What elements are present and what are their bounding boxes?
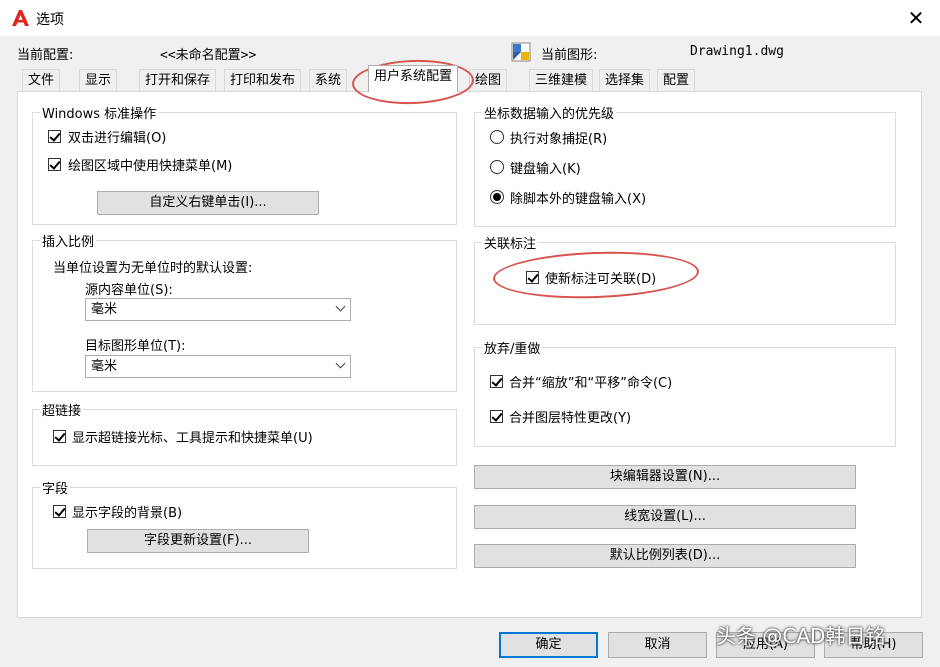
assoc-dim-label: 使新标注可关联(D)	[545, 272, 657, 287]
assoc-dim-checkbox[interactable]	[526, 271, 539, 284]
ok-button[interactable]: 确定	[499, 632, 598, 658]
coord-priority-group: 坐标数据输入的优先级 执行对象捕捉(R) 键盘输入(K) 除脚本外的键盘输入(X…	[474, 103, 896, 227]
windows-ops-group: Windows 标准操作 双击进行编辑(O) 绘图区域中使用快捷菜单(M) 自定…	[32, 103, 457, 225]
radio-object-snap-label: 执行对象捕捉(R)	[510, 132, 608, 147]
tab-drafting[interactable]: 绘图	[469, 69, 508, 91]
tab-3d-modeling[interactable]: 三维建模	[529, 69, 594, 91]
source-units-value: 毫米	[91, 302, 118, 317]
watermark-text: 头条 @CAD韩日铭	[716, 624, 886, 648]
group-title: 字段	[40, 478, 71, 497]
group-title: 超链接	[40, 400, 84, 419]
field-background-label: 显示字段的背景(B)	[72, 506, 183, 521]
chevron-down-icon	[335, 301, 346, 312]
current-drawing-value: Drawing1.dwg	[690, 44, 784, 59]
tab-open-save[interactable]: 打开和保存	[139, 69, 217, 91]
tab-panel: Windows 标准操作 双击进行编辑(O) 绘图区域中使用快捷菜单(M) 自定…	[17, 91, 922, 618]
insert-scale-description: 当单位设置为无单位时的默认设置:	[53, 261, 253, 276]
target-units-select[interactable]: 毫米	[85, 355, 351, 378]
target-units-value: 毫米	[91, 359, 118, 374]
field-background-checkbox[interactable]	[53, 505, 66, 518]
current-drawing-label: 当前图形:	[541, 48, 598, 63]
cancel-button[interactable]: 取消	[608, 632, 707, 658]
field-update-settings-button[interactable]: 字段更新设置(F)...	[87, 529, 309, 553]
close-button[interactable]: ✕	[902, 6, 930, 30]
hyperlink-checkbox[interactable]	[53, 430, 66, 443]
chevron-down-icon	[335, 358, 346, 369]
current-config-value: <<未命名配置>>	[160, 48, 257, 63]
double-click-checkbox[interactable]	[48, 130, 61, 143]
tab-files[interactable]: 文件	[22, 69, 61, 91]
target-units-label: 目标图形单位(T):	[85, 339, 186, 354]
combine-layer-label: 合并图层特性更改(Y)	[509, 411, 632, 426]
lineweight-settings-button[interactable]: 线宽设置(L)...	[474, 505, 856, 529]
fields-group: 字段 显示字段的背景(B) 字段更新设置(F)...	[32, 478, 457, 569]
window-title: 选项	[36, 12, 64, 28]
current-config-label: 当前配置:	[17, 48, 74, 63]
drawing-file-icon	[511, 42, 531, 62]
custom-right-click-button[interactable]: 自定义右键单击(I)...	[97, 191, 319, 215]
group-title: 插入比例	[40, 231, 97, 250]
autocad-logo-icon	[12, 10, 29, 26]
hyperlink-label: 显示超链接光标、工具提示和快捷菜单(U)	[72, 431, 313, 446]
radio-keyboard-except-scripts[interactable]	[490, 190, 504, 204]
tab-selection[interactable]: 选择集	[599, 69, 651, 91]
tab-system[interactable]: 系统	[309, 69, 348, 91]
hyperlink-group: 超链接 显示超链接光标、工具提示和快捷菜单(U)	[32, 400, 457, 466]
tab-plot-publish[interactable]: 打印和发布	[224, 69, 302, 91]
tab-user-preferences[interactable]: 用户系统配置	[368, 65, 459, 92]
radio-keyboard-entry[interactable]	[490, 160, 504, 174]
block-editor-settings-button[interactable]: 块编辑器设置(N)...	[474, 465, 856, 489]
default-scale-list-button[interactable]: 默认比例列表(D)...	[474, 544, 856, 568]
combine-zoom-pan-checkbox[interactable]	[490, 375, 503, 388]
radio-object-snap[interactable]	[490, 130, 504, 144]
group-title: 放弃/重做	[482, 338, 543, 357]
combine-zoom-pan-label: 合并“缩放”和“平移”命令(C)	[509, 376, 673, 391]
radio-keyboard-entry-label: 键盘输入(K)	[510, 162, 581, 177]
source-units-label: 源内容单位(S):	[85, 283, 173, 298]
shortcut-menu-label: 绘图区域中使用快捷菜单(M)	[68, 159, 233, 174]
tab-display[interactable]: 显示	[79, 69, 118, 91]
insert-scale-group: 插入比例 当单位设置为无单位时的默认设置: 源内容单位(S): 毫米 目标图形单…	[32, 231, 457, 392]
group-title: 坐标数据输入的优先级	[482, 103, 617, 122]
shortcut-menu-checkbox[interactable]	[48, 158, 61, 171]
combine-layer-checkbox[interactable]	[490, 410, 503, 423]
radio-keyboard-except-scripts-label: 除脚本外的键盘输入(X)	[510, 192, 647, 207]
double-click-label: 双击进行编辑(O)	[68, 131, 167, 146]
title-bar	[0, 0, 940, 36]
tab-profiles[interactable]: 配置	[657, 69, 696, 91]
undo-redo-group: 放弃/重做 合并“缩放”和“平移”命令(C) 合并图层特性更改(Y)	[474, 338, 896, 447]
assoc-dim-group: 关联标注 使新标注可关联(D)	[474, 233, 896, 325]
source-units-select[interactable]: 毫米	[85, 298, 351, 321]
group-title: 关联标注	[482, 233, 539, 252]
group-title: Windows 标准操作	[40, 103, 159, 122]
